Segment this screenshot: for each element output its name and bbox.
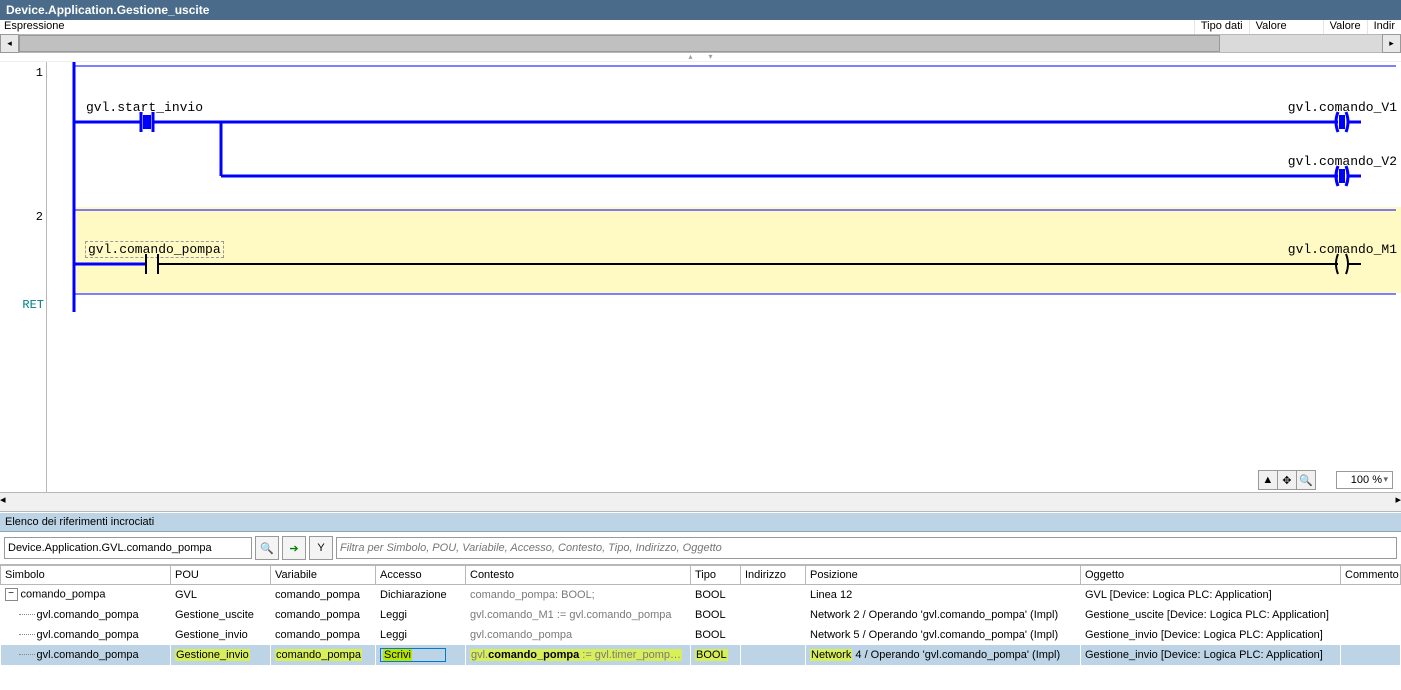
rung-number-2: 2 <box>0 210 43 224</box>
cell-symbol: −comando_pompa <box>1 585 171 605</box>
cell-type: BOOL <box>691 585 741 605</box>
cell-context: comando_pompa: BOOL; <box>466 585 691 605</box>
cell-context: gvl.comando_pompa <box>466 625 691 645</box>
decl-scrollbar[interactable]: ◂ ▸ <box>0 35 1401 53</box>
cell-access: Scrivi <box>376 645 466 665</box>
cell-type: BOOL <box>691 625 741 645</box>
cell-access: Leggi <box>376 625 466 645</box>
cell-symbol: gvl.comando_pompa <box>1 645 171 665</box>
cell-address <box>741 645 806 665</box>
col-access[interactable]: Accesso <box>376 566 466 585</box>
cell-address <box>741 585 806 605</box>
cell-pou: Gestione_uscite <box>171 605 271 625</box>
scroll-thumb[interactable] <box>19 35 1220 52</box>
cell-context: gvl.comando_pompa := gvl.timer_pomp… <box>466 645 691 665</box>
col-object[interactable]: Oggetto <box>1081 566 1341 585</box>
col-symbol[interactable]: Simbolo <box>1 566 171 585</box>
declaration-header: Espressione Tipo dati Valore Valore Indi… <box>0 20 1401 35</box>
ladder-editor[interactable]: 1 2 RET gvl.start_invio gvl.comando_V1 g… <box>0 62 1401 492</box>
cell-variable: comando_pompa <box>271 605 376 625</box>
decl-prepared-label: Valore <box>1323 20 1367 34</box>
splitter-handle[interactable] <box>0 53 1401 62</box>
goto-icon[interactable]: ➔ <box>282 536 306 560</box>
cell-position: Network 5 / Operando 'gvl.comando_pompa'… <box>806 625 1081 645</box>
cell-object: GVL [Device: Logica PLC: Application] <box>1081 585 1341 605</box>
cell-pou: Gestione_invio <box>171 645 271 665</box>
cell-position: Network 4 / Operando 'gvl.comando_pompa'… <box>806 645 1081 665</box>
decl-type-label: Tipo dati <box>1194 20 1249 34</box>
table-row[interactable]: gvl.comando_pompaGestione_inviocomando_p… <box>1 645 1401 665</box>
window-title: Device.Application.Gestione_uscite <box>0 0 1401 20</box>
decl-expression-label: Espressione <box>0 20 69 34</box>
filter-icon[interactable]: Y <box>309 536 333 560</box>
xref-table[interactable]: Simbolo POU Variabile Accesso Contesto T… <box>0 565 1401 665</box>
col-position[interactable]: Posizione <box>806 566 1081 585</box>
pan-tool-icon[interactable]: ✥ <box>1277 470 1297 490</box>
cell-address <box>741 605 806 625</box>
tree-collapse-icon[interactable]: − <box>5 588 18 601</box>
cell-variable: comando_pompa <box>271 625 376 645</box>
ladder-svg <box>46 62 1401 362</box>
cell-symbol: gvl.comando_pompa <box>1 605 171 625</box>
decl-address-label: Indir <box>1367 20 1401 34</box>
scroll-right-icon[interactable]: ▸ <box>1382 34 1401 53</box>
col-context[interactable]: Contesto <box>466 566 691 585</box>
xref-header-row[interactable]: Simbolo POU Variabile Accesso Contesto T… <box>1 566 1401 585</box>
table-row[interactable]: gvl.comando_pompaGestione_inviocomando_p… <box>1 625 1401 645</box>
cell-variable: comando_pompa <box>271 645 376 665</box>
cell-position: Linea 12 <box>806 585 1081 605</box>
cell-comment <box>1341 645 1401 665</box>
rung-number-1: 1 <box>0 66 43 80</box>
cell-object: Gestione_invio [Device: Logica PLC: Appl… <box>1081 645 1341 665</box>
col-variable[interactable]: Variabile <box>271 566 376 585</box>
col-pou[interactable]: POU <box>171 566 271 585</box>
ladder-scrollbar[interactable]: ◂ ▸ <box>0 492 1401 512</box>
scroll-left-icon[interactable]: ◂ <box>0 34 19 53</box>
xref-filter-input[interactable] <box>336 537 1397 559</box>
cell-symbol: gvl.comando_pompa <box>1 625 171 645</box>
cursor-tool-icon[interactable]: ▲ <box>1258 470 1278 490</box>
zoom-tool-icon[interactable]: 🔍 <box>1296 470 1316 490</box>
ret-label: RET <box>0 298 46 312</box>
zoom-level[interactable]: 100 % <box>1336 471 1393 489</box>
cell-position: Network 2 / Operando 'gvl.comando_pompa'… <box>806 605 1081 625</box>
cell-access: Dichiarazione <box>376 585 466 605</box>
table-row[interactable]: −comando_pompaGVLcomando_pompaDichiarazi… <box>1 585 1401 605</box>
cell-comment <box>1341 605 1401 625</box>
cell-type: BOOL <box>691 605 741 625</box>
cell-type: BOOL <box>691 645 741 665</box>
cell-variable: comando_pompa <box>271 585 376 605</box>
cell-context: gvl.comando_M1 := gvl.comando_pompa <box>466 605 691 625</box>
col-address[interactable]: Indirizzo <box>741 566 806 585</box>
ladder-toolbar: ▲ ✥ 🔍 100 % <box>1259 470 1393 490</box>
cell-pou: GVL <box>171 585 271 605</box>
xref-search-input[interactable] <box>4 537 252 559</box>
search-icon[interactable]: 🔍 <box>255 536 279 560</box>
cell-access: Leggi <box>376 605 466 625</box>
cell-comment <box>1341 625 1401 645</box>
cell-pou: Gestione_invio <box>171 625 271 645</box>
cell-comment <box>1341 585 1401 605</box>
col-comment[interactable]: Commento <box>1341 566 1401 585</box>
decl-value-label: Valore <box>1249 20 1293 34</box>
cell-object: Gestione_uscite [Device: Logica PLC: App… <box>1081 605 1341 625</box>
table-row[interactable]: gvl.comando_pompaGestione_uscitecomando_… <box>1 605 1401 625</box>
xref-filter-bar: 🔍 ➔ Y <box>0 532 1401 565</box>
scroll-right-icon[interactable]: ▸ <box>1395 493 1401 511</box>
cross-reference-panel-title: Elenco dei riferimenti incrociati <box>0 512 1401 532</box>
cell-address <box>741 625 806 645</box>
col-type[interactable]: Tipo <box>691 566 741 585</box>
cell-object: Gestione_invio [Device: Logica PLC: Appl… <box>1081 625 1341 645</box>
